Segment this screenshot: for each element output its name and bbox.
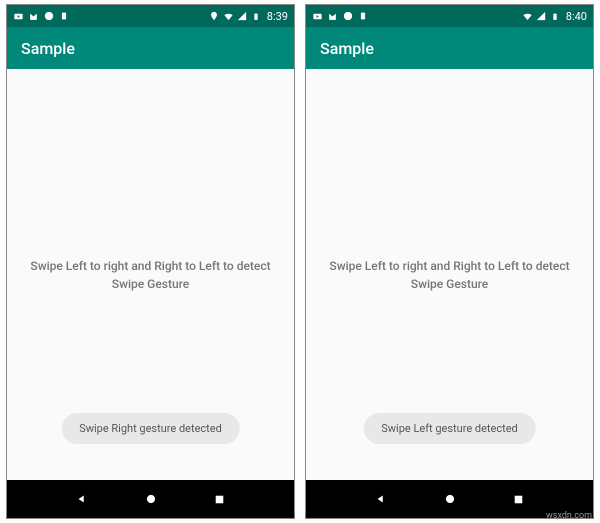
youtube-icon bbox=[312, 11, 323, 22]
status-left-icons bbox=[312, 11, 368, 22]
app-title: Sample bbox=[320, 39, 374, 58]
status-right-icons: 8:39 bbox=[209, 10, 288, 23]
instruction-text: Swipe Left to right and Right to Left to… bbox=[322, 257, 577, 293]
location-icon bbox=[209, 11, 220, 22]
app-content-area[interactable]: Swipe Left to right and Right to Left to… bbox=[7, 69, 294, 480]
sim-icon bbox=[58, 11, 69, 22]
home-button[interactable] bbox=[440, 489, 460, 509]
back-button[interactable] bbox=[72, 489, 92, 509]
battery-icon bbox=[550, 11, 561, 22]
sim-icon bbox=[357, 11, 368, 22]
circle-icon bbox=[43, 11, 54, 22]
status-time: 8:40 bbox=[566, 10, 587, 23]
home-button[interactable] bbox=[141, 489, 161, 509]
navigation-bar bbox=[7, 480, 294, 518]
app-content-area[interactable]: Swipe Left to right and Right to Left to… bbox=[306, 69, 593, 480]
phone-screen-right: 8:40 Sample Swipe Left to right and Righ… bbox=[305, 4, 594, 519]
status-time: 8:39 bbox=[267, 10, 288, 23]
wifi-icon bbox=[522, 11, 533, 22]
circle-icon bbox=[342, 11, 353, 22]
instruction-text: Swipe Left to right and Right to Left to… bbox=[23, 257, 278, 293]
recent-apps-button[interactable] bbox=[509, 489, 529, 509]
screenshot-container: 8:39 Sample Swipe Left to right and Righ… bbox=[0, 0, 600, 523]
phone-screen-left: 8:39 Sample Swipe Left to right and Righ… bbox=[6, 4, 295, 519]
signal-icon bbox=[237, 11, 248, 22]
app-bar: Sample bbox=[306, 27, 593, 69]
wifi-icon bbox=[223, 11, 234, 22]
toast-message: Swipe Right gesture detected bbox=[61, 413, 240, 444]
status-bar: 8:40 bbox=[306, 5, 593, 27]
battery-icon bbox=[251, 11, 262, 22]
recent-apps-button[interactable] bbox=[210, 489, 230, 509]
signal-icon bbox=[536, 11, 547, 22]
watermark: wsxdn.com bbox=[546, 511, 592, 521]
toast-message: Swipe Left gesture detected bbox=[363, 413, 536, 444]
gmail-icon bbox=[28, 11, 39, 22]
app-title: Sample bbox=[21, 39, 75, 58]
status-right-icons: 8:40 bbox=[522, 10, 587, 23]
status-left-icons bbox=[13, 11, 69, 22]
status-bar: 8:39 bbox=[7, 5, 294, 27]
gmail-icon bbox=[327, 11, 338, 22]
youtube-icon bbox=[13, 11, 24, 22]
app-bar: Sample bbox=[7, 27, 294, 69]
back-button[interactable] bbox=[371, 489, 391, 509]
